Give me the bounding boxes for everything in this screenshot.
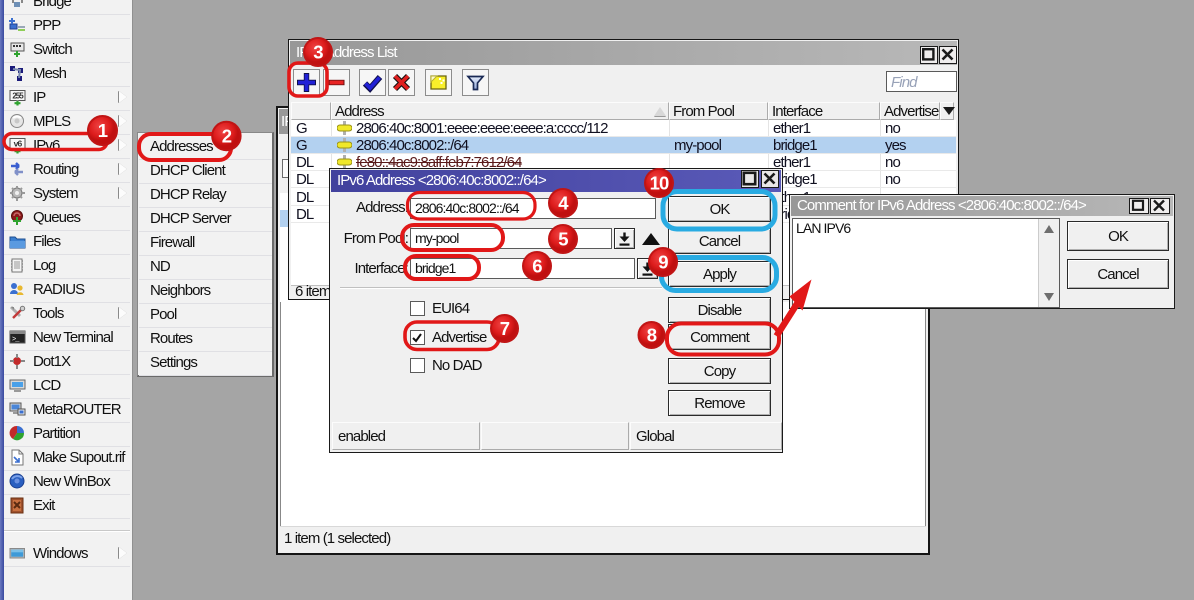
svg-text:7: 7 xyxy=(500,318,510,339)
svg-text:3: 3 xyxy=(313,42,323,63)
svg-text:4: 4 xyxy=(558,193,569,214)
svg-text:6: 6 xyxy=(532,256,542,277)
svg-text:2: 2 xyxy=(222,126,232,147)
svg-text:10: 10 xyxy=(650,173,669,194)
svg-text:1: 1 xyxy=(98,120,108,141)
svg-text:8: 8 xyxy=(647,325,657,346)
svg-text:9: 9 xyxy=(658,252,668,273)
svg-text:5: 5 xyxy=(558,229,568,250)
